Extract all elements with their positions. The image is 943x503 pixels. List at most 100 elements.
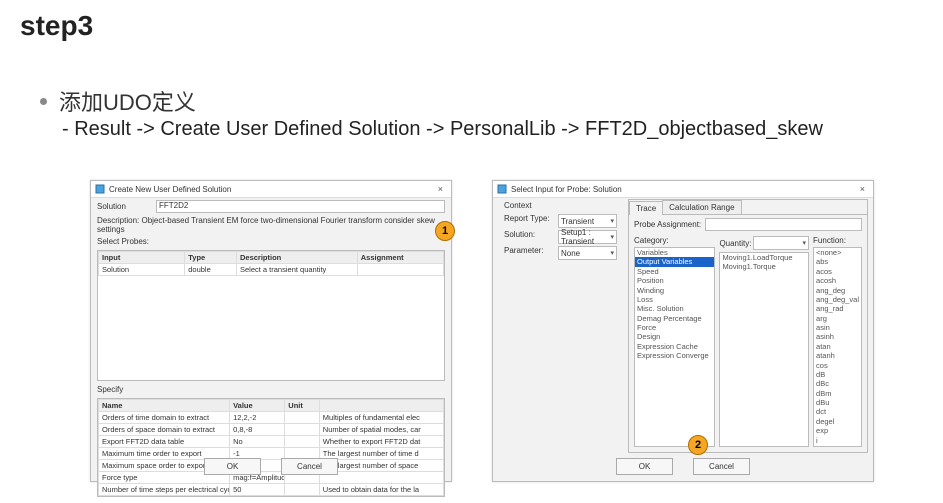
list-item[interactable]: atanh bbox=[814, 351, 861, 360]
probe-cell: double bbox=[185, 264, 237, 276]
parameter-select[interactable]: None ▾ bbox=[558, 246, 617, 260]
list-item[interactable]: j0 bbox=[814, 445, 861, 447]
probe-grid[interactable]: Input Type Description Assignment Soluti… bbox=[97, 250, 445, 381]
list-item[interactable]: Demag Percentage bbox=[635, 314, 714, 323]
menu-path: - Result -> Create User Defined Solution… bbox=[62, 118, 823, 141]
list-item[interactable]: arg bbox=[814, 314, 861, 323]
list-item[interactable]: dBu bbox=[814, 398, 861, 407]
list-item[interactable]: Loss bbox=[635, 295, 714, 304]
specify-grid[interactable]: Name Value Unit Orders of time domain to… bbox=[97, 398, 445, 497]
tab-trace[interactable]: Trace bbox=[629, 201, 663, 215]
spec-hdr-name: Name bbox=[99, 400, 230, 412]
dialog1-titlebar: Create New User Defined Solution × bbox=[91, 181, 451, 198]
probe-cell[interactable] bbox=[357, 264, 443, 276]
spec-hdr-desc bbox=[319, 400, 443, 412]
close-icon[interactable]: × bbox=[856, 184, 869, 194]
solution-value: Setup1 : Transient bbox=[561, 228, 610, 246]
table-cell: Export FFT2D data table bbox=[99, 436, 230, 448]
category-listbox[interactable]: VariablesOutput VariablesSpeedPositionWi… bbox=[634, 247, 715, 447]
probe-cell: Select a transient quantity bbox=[237, 264, 358, 276]
callout-2: 2 bbox=[688, 435, 708, 455]
table-row[interactable]: Orders of space domain to extract0,8,-8N… bbox=[99, 424, 444, 436]
ok-button[interactable]: OK bbox=[204, 458, 261, 475]
callout-1: 1 bbox=[435, 221, 455, 241]
list-item[interactable]: degel bbox=[814, 417, 861, 426]
select-input-dialog: Select Input for Probe: Solution × Conte… bbox=[492, 180, 874, 482]
table-cell: Orders of time domain to extract bbox=[99, 412, 230, 424]
list-item[interactable]: Moving1.Torque bbox=[720, 262, 808, 271]
probe-hdr-assign: Assignment bbox=[357, 252, 443, 264]
select-probes-label: Select Probes: bbox=[91, 235, 451, 248]
list-item[interactable]: dBc bbox=[814, 379, 861, 388]
cancel-button[interactable]: Cancel bbox=[693, 458, 750, 475]
list-item[interactable]: asinh bbox=[814, 332, 861, 341]
list-item[interactable]: dct bbox=[814, 407, 861, 416]
list-item[interactable]: i bbox=[814, 436, 861, 445]
solution-input[interactable]: FFT2D2 bbox=[156, 200, 445, 213]
list-item[interactable]: ang_deg_val bbox=[814, 295, 861, 304]
list-item[interactable]: asin bbox=[814, 323, 861, 332]
table-cell bbox=[285, 424, 320, 436]
quantity-filter-select[interactable]: ▾ bbox=[753, 236, 809, 250]
list-item[interactable]: Expression Converge bbox=[635, 351, 714, 360]
list-item[interactable]: Output Variables bbox=[635, 257, 714, 266]
function-listbox[interactable]: <none>absacosacoshang_degang_deg_valang_… bbox=[813, 247, 862, 447]
list-item[interactable]: Variables bbox=[635, 248, 714, 257]
list-item[interactable]: abs bbox=[814, 257, 861, 266]
table-row[interactable]: Export FFT2D data tableNo Whether to expo… bbox=[99, 436, 444, 448]
solution-label: Solution: bbox=[504, 230, 554, 244]
quantity-listbox[interactable]: Moving1.LoadTorqueMoving1.Torque bbox=[719, 252, 809, 447]
close-icon[interactable]: × bbox=[434, 184, 447, 194]
table-cell: Whether to export FFT2D dat bbox=[319, 436, 443, 448]
table-cell: Used to obtain data for the la bbox=[319, 484, 443, 496]
function-label: Function: bbox=[813, 236, 846, 245]
table-cell bbox=[285, 484, 320, 496]
table-cell: 50 bbox=[230, 484, 285, 496]
list-item[interactable]: Speed bbox=[635, 267, 714, 276]
list-item[interactable]: Winding bbox=[635, 286, 714, 295]
table-cell: Number of time steps per electrical cycl… bbox=[99, 484, 230, 496]
list-item[interactable]: Force bbox=[635, 323, 714, 332]
list-item[interactable]: <none> bbox=[814, 248, 861, 257]
list-item[interactable]: Design bbox=[635, 332, 714, 341]
list-item[interactable]: cos bbox=[814, 361, 861, 370]
table-row[interactable]: Orders of time domain to extract12,2,-2M… bbox=[99, 412, 444, 424]
list-item[interactable]: acosh bbox=[814, 276, 861, 285]
window-icon bbox=[95, 184, 105, 194]
list-item[interactable]: atan bbox=[814, 342, 861, 351]
report-type-value: Transient bbox=[561, 217, 594, 226]
table-cell: Number of spatial modes, car bbox=[319, 424, 443, 436]
dialog1-title: Create New User Defined Solution bbox=[109, 185, 231, 194]
parameter-value: None bbox=[561, 249, 580, 258]
chevron-down-icon: ▾ bbox=[610, 217, 614, 225]
probe-assignment-input[interactable] bbox=[705, 218, 862, 231]
report-type-select[interactable]: Transient ▾ bbox=[558, 214, 617, 228]
dialog2-title: Select Input for Probe: Solution bbox=[511, 185, 622, 194]
solution-label: Solution bbox=[97, 202, 152, 211]
context-label: Context bbox=[498, 199, 623, 212]
cancel-button[interactable]: Cancel bbox=[281, 458, 338, 475]
spec-hdr-value: Value bbox=[230, 400, 285, 412]
list-item[interactable]: dB bbox=[814, 370, 861, 379]
probe-assignment-label: Probe Assignment: bbox=[634, 220, 701, 229]
list-item[interactable]: ang_deg bbox=[814, 286, 861, 295]
list-item[interactable]: Misc. Solution bbox=[635, 304, 714, 313]
ok-button[interactable]: OK bbox=[616, 458, 673, 475]
list-item[interactable]: Expression Cache bbox=[635, 342, 714, 351]
dialog2-titlebar: Select Input for Probe: Solution × bbox=[493, 181, 873, 198]
list-item[interactable]: Position bbox=[635, 276, 714, 285]
quantity-label: Quantity: bbox=[719, 239, 751, 248]
table-row[interactable]: Number of time steps per electrical cycl… bbox=[99, 484, 444, 496]
list-item[interactable]: exp bbox=[814, 426, 861, 435]
table-cell: 0,8,-8 bbox=[230, 424, 285, 436]
probe-hdr-desc: Description bbox=[237, 252, 358, 264]
list-item[interactable]: Moving1.LoadTorque bbox=[720, 253, 808, 262]
probe-row[interactable]: Solution double Select a transient quant… bbox=[99, 264, 444, 276]
tab-calc-range[interactable]: Calculation Range bbox=[662, 200, 741, 214]
table-cell: No bbox=[230, 436, 285, 448]
report-type-label: Report Type: bbox=[504, 214, 554, 228]
list-item[interactable]: dBm bbox=[814, 389, 861, 398]
solution-select[interactable]: Setup1 : Transient ▾ bbox=[558, 230, 617, 244]
list-item[interactable]: ang_rad bbox=[814, 304, 861, 313]
list-item[interactable]: acos bbox=[814, 267, 861, 276]
